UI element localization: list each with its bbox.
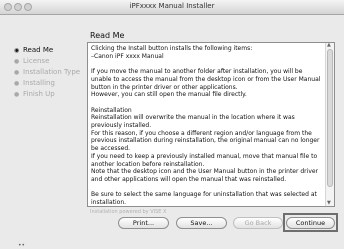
- save-button[interactable]: Save...: [176, 217, 227, 229]
- powered-by-label: Installation powered by VISE X: [90, 209, 167, 215]
- vertical-scrollbar[interactable]: ▲ ▼: [325, 43, 334, 206]
- step-label: License: [23, 57, 50, 65]
- title-bar: iPFxxxx Manual Installer: [0, 0, 344, 15]
- installer-window: iPFxxxx Manual Installer ◉ Read Me ● Licen…: [0, 0, 344, 249]
- step-license: ● License: [14, 56, 80, 67]
- installer-steps: ◉ Read Me ● License ● Installation Type ● In…: [14, 45, 80, 100]
- step-label: Installation Type: [23, 68, 81, 76]
- step-label: Installing: [23, 79, 55, 87]
- step-finish-up: ● Finish Up: [14, 89, 80, 100]
- step-bullet-icon: ●: [14, 58, 20, 65]
- step-label: Read Me: [23, 46, 54, 54]
- readme-text-panel[interactable]: Clicking the Install button installs the…: [87, 42, 335, 207]
- scroll-thumb[interactable]: [327, 49, 333, 187]
- section-heading: Read Me: [90, 31, 125, 40]
- step-installing: ● Installing: [14, 78, 80, 89]
- scroll-down-icon[interactable]: ▼: [327, 201, 331, 206]
- readme-text: Clicking the Install button installs the…: [91, 45, 321, 207]
- go-back-button[interactable]: Go Back: [233, 217, 283, 229]
- step-bullet-icon: ●: [14, 91, 20, 98]
- step-bullet-icon: ●: [14, 80, 20, 87]
- print-button[interactable]: Print...: [118, 217, 169, 229]
- lock-icon: ••: [18, 242, 26, 249]
- window-title: iPFxxxx Manual Installer: [129, 2, 215, 10]
- scroll-up-icon[interactable]: ▲: [327, 43, 331, 48]
- step-label: Finish Up: [23, 90, 55, 98]
- step-read-me: ◉ Read Me: [14, 45, 80, 56]
- step-bullet-icon: ●: [14, 69, 20, 76]
- step-installation-type: ● Installation Type: [14, 67, 80, 78]
- step-active-bullet-icon: ◉: [14, 47, 20, 54]
- continue-button[interactable]: Continue: [286, 217, 335, 229]
